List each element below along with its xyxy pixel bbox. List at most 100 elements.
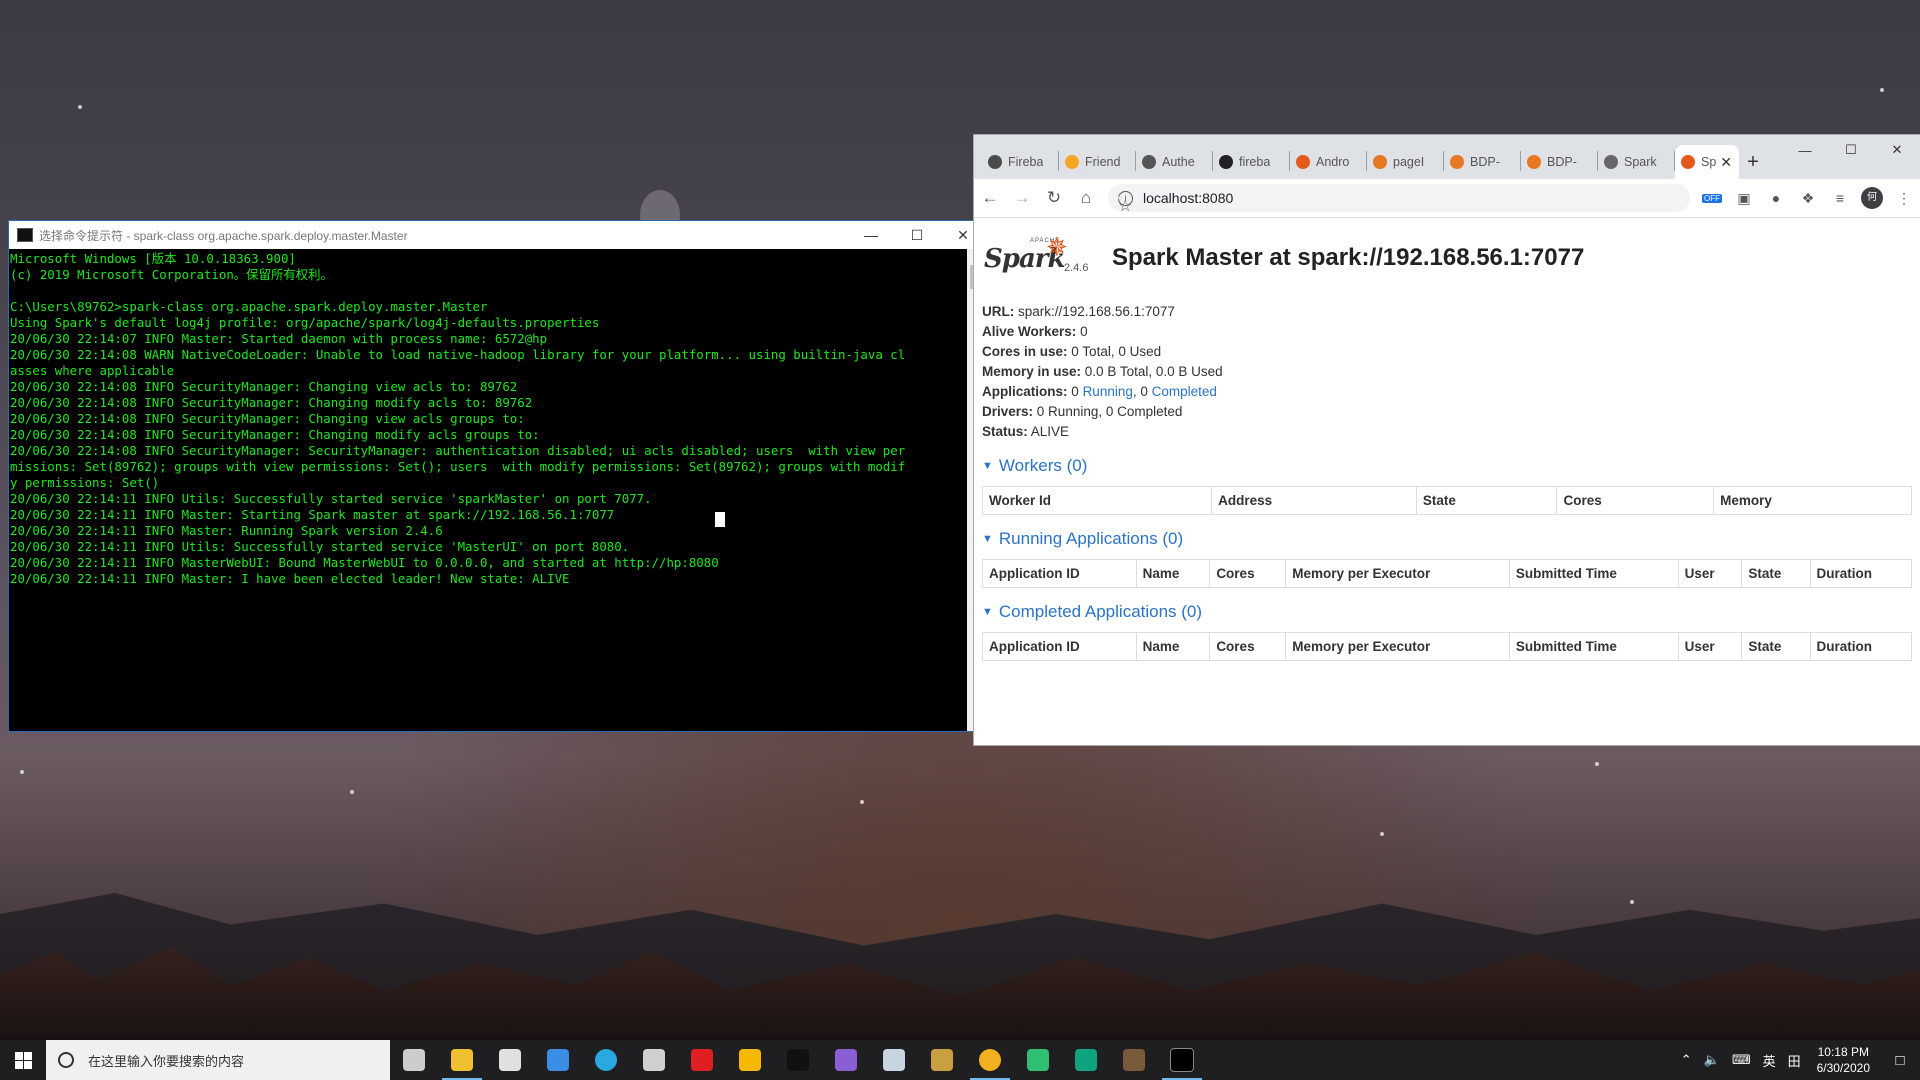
reading-list-icon[interactable]: ≡ [1824, 190, 1856, 206]
maximize-button[interactable]: ☐ [1828, 135, 1874, 165]
browser-tab[interactable]: BDP- [1521, 145, 1597, 179]
taskbar-app-league[interactable] [918, 1040, 966, 1080]
browser-tab[interactable]: Andro [1290, 145, 1366, 179]
master-summary: URL: spark://192.168.56.1:7077 Alive Wor… [982, 304, 1223, 439]
taskbar-app-qq[interactable] [774, 1040, 822, 1080]
cast-icon[interactable]: ▣ [1728, 190, 1760, 207]
profile-button[interactable]: 何 [1856, 187, 1888, 209]
column-header[interactable]: Memory [1713, 486, 1912, 515]
taskbar-app-app-green[interactable] [1014, 1040, 1062, 1080]
taskbar-app-task-view[interactable] [390, 1040, 438, 1080]
column-header[interactable]: Submitted Time [1508, 632, 1679, 661]
cmd-icon [1170, 1048, 1194, 1072]
column-header[interactable]: Duration [1809, 632, 1912, 661]
maximize-button[interactable]: ☐ [894, 221, 940, 249]
ime-language[interactable]: 英 [1763, 1051, 1776, 1070]
menu-icon[interactable]: ⋮ [1888, 190, 1920, 207]
column-header[interactable]: Cores [1556, 486, 1715, 515]
running-apps-section: ▼ Running Applications (0) Application ID… [982, 529, 1912, 588]
taskbar-app-game-icon[interactable] [1110, 1040, 1158, 1080]
chevron-up-icon[interactable]: ⌃ [1681, 1052, 1692, 1068]
column-header[interactable]: Application ID [982, 632, 1137, 661]
tab-label: fireba [1239, 155, 1271, 169]
column-header[interactable]: Address [1211, 486, 1417, 515]
home-icon[interactable]: ⌂ [1070, 188, 1102, 208]
forward-icon[interactable]: → [1006, 188, 1038, 208]
new-tab-button[interactable]: + [1739, 145, 1767, 179]
cmd-window[interactable]: 选择命令提示符 - spark-class org.apache.spark.d… [9, 221, 986, 731]
browser-tab-active[interactable]: Sp ✕ [1675, 145, 1739, 179]
cmd-titlebar[interactable]: 选择命令提示符 - spark-class org.apache.spark.d… [9, 221, 986, 249]
browser-tab[interactable]: Friend [1059, 145, 1135, 179]
browser-tab[interactable]: Fireba [982, 145, 1058, 179]
taskbar-app-steam[interactable] [870, 1040, 918, 1080]
spark-logo[interactable]: APACHE Spark ✵ 2.4.6 [982, 232, 1094, 284]
cmd-output[interactable]: Microsoft Windows [版本 10.0.18363.900] (c)… [9, 249, 967, 731]
notification-icon[interactable]: □ [1880, 1052, 1920, 1069]
extension-off-icon[interactable]: OFF [1696, 193, 1728, 203]
ime-mode[interactable]: 田 [1788, 1051, 1801, 1070]
cmd-line: Using Spark's default log4j profile: org… [10, 315, 600, 330]
taskbar-app-mail[interactable] [534, 1040, 582, 1080]
column-header[interactable]: Duration [1809, 559, 1912, 588]
browser-tab[interactable]: Spark [1598, 145, 1674, 179]
circle-extension-icon[interactable]: ● [1760, 190, 1792, 206]
column-header[interactable]: Worker Id [981, 486, 1213, 515]
address-bar[interactable]: i localhost:8080 ☆ [1108, 184, 1690, 215]
browser-tab[interactable]: pageI [1367, 145, 1443, 179]
minimize-button[interactable]: — [1782, 135, 1828, 165]
tab-close-icon[interactable]: ✕ [1720, 154, 1732, 171]
column-header[interactable]: User [1677, 559, 1743, 588]
browser-tab[interactable]: Authe [1136, 145, 1212, 179]
minimize-button[interactable]: — [848, 221, 894, 249]
league-icon [931, 1049, 953, 1071]
column-header[interactable]: Memory per Executor [1285, 632, 1510, 661]
taskbar-app-visual-studio[interactable] [822, 1040, 870, 1080]
taskbar-app-netease-music[interactable] [678, 1040, 726, 1080]
extensions-puzzle-icon[interactable]: ❖ [1792, 190, 1824, 207]
column-header[interactable]: Name [1135, 559, 1211, 588]
column-header[interactable]: Memory per Executor [1285, 559, 1510, 588]
tab-favicon-icon [1450, 155, 1464, 169]
column-header[interactable]: Cores [1209, 559, 1287, 588]
column-header[interactable]: State [1741, 559, 1811, 588]
back-icon[interactable]: ← [974, 188, 1006, 208]
browser-tab[interactable]: BDP- [1444, 145, 1520, 179]
taskbar-app-grammarly[interactable] [726, 1040, 774, 1080]
browser-tab[interactable]: fireba [1213, 145, 1289, 179]
cmd-line: (c) 2019 Microsoft Corporation。保留所有权利。 [10, 267, 333, 282]
reload-icon[interactable]: ↻ [1038, 188, 1070, 208]
taskbar-app-file-explorer[interactable] [438, 1040, 486, 1080]
running-apps-link[interactable]: Running [1083, 384, 1133, 399]
bookmark-star-icon[interactable]: ☆ [1118, 196, 1132, 215]
volume-icon[interactable]: 🔈 [1704, 1052, 1720, 1068]
column-header[interactable]: State [1415, 486, 1558, 515]
spark-page: APACHE Spark ✵ 2.4.6 Spark Master at spa… [974, 218, 1920, 661]
keyboard-icon[interactable]: ⌨ [1732, 1052, 1751, 1068]
column-header[interactable]: User [1677, 632, 1743, 661]
taskbar-app-chrome[interactable] [966, 1040, 1014, 1080]
taskbar-app-edge[interactable] [582, 1040, 630, 1080]
column-header[interactable]: State [1741, 632, 1811, 661]
qq-icon [787, 1049, 809, 1071]
browser-window[interactable]: Fireba Friend Authe fireba Andro pageI BDP- BDP… [974, 135, 1920, 745]
cmd-line: 20/06/30 22:14:08 INFO SecurityManager: … [10, 411, 525, 426]
column-header[interactable]: Submitted Time [1508, 559, 1679, 588]
taskbar-search[interactable]: 在这里输入你要搜索的内容 [46, 1040, 390, 1080]
column-header[interactable]: Cores [1209, 632, 1287, 661]
completed-apps-link[interactable]: Completed [1152, 384, 1217, 399]
taskbar-app-store[interactable] [486, 1040, 534, 1080]
taskbar-app-cmd[interactable] [1158, 1040, 1206, 1080]
taskbar-app-calculator[interactable] [630, 1040, 678, 1080]
close-button[interactable]: ✕ [1874, 135, 1920, 165]
clock[interactable]: 10:18 PM 6/30/2020 [1817, 1044, 1870, 1076]
chrome-icon [979, 1049, 1001, 1071]
completed-apps-toggle[interactable]: ▼ Completed Applications (0) [982, 602, 1912, 622]
column-header[interactable]: Application ID [982, 559, 1137, 588]
running-apps-toggle[interactable]: ▼ Running Applications (0) [982, 529, 1912, 549]
workers-toggle[interactable]: ▼ Workers (0) [982, 456, 1912, 476]
start-button[interactable] [0, 1040, 46, 1080]
taskbar-app-app-teal[interactable] [1062, 1040, 1110, 1080]
cmd-line: missions: Set(89762); groups with view p… [10, 459, 906, 474]
column-header[interactable]: Name [1135, 632, 1211, 661]
